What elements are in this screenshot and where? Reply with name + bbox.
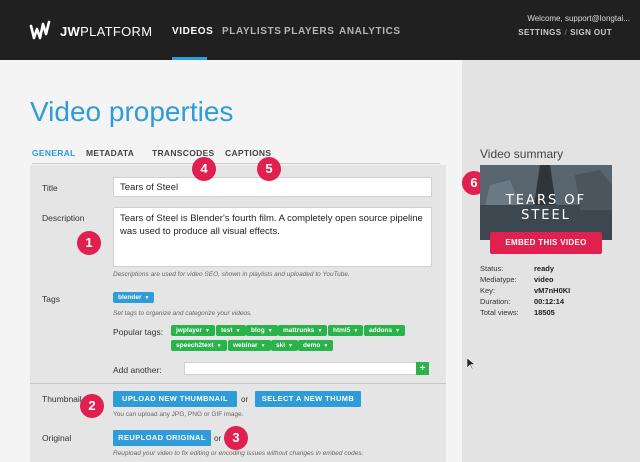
- popular-tag-chip[interactable]: webinar ▼: [228, 340, 271, 351]
- chevron-down-icon: ▼: [216, 343, 222, 349]
- mouse-cursor-icon: [467, 358, 475, 370]
- sign-out-link[interactable]: SIGN OUT: [570, 28, 612, 37]
- popular-tag-chip[interactable]: demo ▼: [298, 340, 334, 351]
- form-section-divider: [30, 383, 446, 384]
- step-badge-3: 3: [224, 426, 248, 450]
- top-navigation-bar: JWPLATFORM VIDEOS PLAYLISTS PLAYERS ANAL…: [0, 0, 640, 60]
- chevron-down-icon: ▼: [260, 343, 266, 349]
- chevron-down-icon: ▼: [353, 328, 359, 334]
- popular-tag-label: webinar: [233, 342, 258, 349]
- chevron-down-icon: ▼: [317, 328, 323, 334]
- chevron-down-icon: ▼: [144, 295, 150, 301]
- summary-key: Status:: [480, 264, 504, 273]
- upload-thumbnail-button[interactable]: UPLOAD NEW THUMBNAIL: [113, 391, 237, 407]
- nav-videos[interactable]: VIDEOS: [172, 26, 213, 37]
- add-tag-button[interactable]: +: [416, 362, 429, 375]
- step-badge-1: 1: [77, 231, 101, 255]
- popular-tag-label: demo: [303, 342, 321, 349]
- step-badge-4: 4: [192, 157, 216, 181]
- thumbnail-label: Thumbnail: [42, 394, 82, 404]
- current-tag-label: blender: [118, 294, 142, 301]
- popular-tag-chip[interactable]: html5 ▼: [328, 325, 364, 336]
- popular-tag-chip[interactable]: speech2text ▼: [171, 340, 227, 351]
- thumbnail-title-text: TEARS OF STEEL: [505, 193, 587, 223]
- tab-general[interactable]: GENERAL: [32, 148, 76, 158]
- popular-tags-label: Popular tags:: [113, 327, 164, 337]
- nav-analytics[interactable]: ANALYTICS: [339, 26, 401, 37]
- embed-video-button[interactable]: EMBED THIS VIDEO: [490, 232, 602, 254]
- or-text: or: [241, 395, 249, 404]
- summary-key: Duration:: [480, 297, 511, 306]
- tags-hint: Set tags to organize and categorize your…: [113, 310, 253, 317]
- chevron-down-icon: ▼: [205, 328, 210, 334]
- tags-label: Tags: [42, 294, 60, 304]
- account-links: SETTINGS / SIGN OUT: [518, 28, 612, 37]
- summary-key: Mediatype:: [480, 275, 517, 284]
- popular-tag-label: addons: [369, 327, 393, 334]
- popular-tag-chip[interactable]: jwplayer ▼: [171, 325, 215, 336]
- original-label: Original: [42, 433, 72, 443]
- popular-tag-chip[interactable]: ski ▼: [271, 340, 298, 351]
- step-badge-2: 2: [80, 394, 104, 418]
- jwplatform-logo[interactable]: JWPLATFORM: [28, 18, 152, 44]
- brand-name: JWPLATFORM: [60, 23, 153, 39]
- tab-metadata[interactable]: METADATA: [86, 148, 134, 158]
- step-badge-5: 5: [257, 157, 281, 181]
- tab-captions[interactable]: CAPTIONS: [225, 148, 271, 158]
- summary-sidebar: [462, 60, 640, 462]
- welcome-text: Welcome, support@longtai...: [527, 14, 630, 23]
- popular-tag-label: html5: [333, 327, 351, 334]
- summary-value: ready: [534, 264, 555, 273]
- summary-value: vM7nH0KI: [534, 286, 571, 295]
- chevron-down-icon: ▼: [235, 328, 241, 334]
- thumbnail-hint: You can upload any JPG, PNG or GIF image…: [113, 411, 244, 418]
- settings-link[interactable]: SETTINGS: [518, 28, 561, 37]
- or-text-2: or: [214, 434, 222, 443]
- popular-tag-label: jwplayer: [176, 327, 203, 334]
- description-hint: Descriptions are used for video SEO, sho…: [113, 271, 350, 278]
- account-separator: /: [564, 28, 568, 37]
- popular-tag-label: blog: [251, 327, 265, 334]
- popular-tag-label: test: [221, 327, 233, 334]
- tab-divider: [32, 163, 440, 164]
- select-thumb-button[interactable]: SELECT A NEW THUMB: [255, 391, 361, 407]
- chevron-down-icon: ▼: [288, 343, 293, 349]
- current-tag-chip[interactable]: blender ▼: [113, 292, 155, 303]
- popular-tag-chip[interactable]: mattrunks ▼: [278, 325, 328, 336]
- chevron-down-icon: ▼: [267, 328, 273, 334]
- summary-value: 18505: [534, 308, 555, 317]
- nav-players[interactable]: PLAYERS: [284, 26, 335, 37]
- title-label: Title: [42, 183, 58, 193]
- summary-key: Total views:: [480, 308, 519, 317]
- chevron-down-icon: ▼: [323, 343, 329, 349]
- summary-value: video: [534, 275, 554, 284]
- video-summary-title: Video summary: [480, 147, 564, 161]
- nav-playlists[interactable]: PLAYLISTS: [222, 26, 282, 37]
- summary-value: 00:12:14: [534, 297, 565, 306]
- video-thumbnail: TEARS OF STEEL: [480, 165, 612, 240]
- chevron-down-icon: ▼: [395, 328, 401, 334]
- popular-tag-label: speech2text: [176, 342, 214, 349]
- popular-tag-chip[interactable]: addons ▼: [364, 325, 406, 336]
- summary-key: Key:: [480, 286, 496, 295]
- add-another-label: Add another:: [113, 365, 162, 375]
- original-hint: Reupload your video to fix editing or en…: [113, 450, 364, 457]
- page-title: Video properties: [30, 96, 234, 127]
- popular-tag-chip[interactable]: test ▼: [216, 325, 246, 336]
- jw-logo-icon: [29, 20, 51, 40]
- reupload-original-button[interactable]: REUPLOAD ORIGINAL: [113, 430, 211, 446]
- popular-tag-label: ski: [276, 342, 286, 349]
- add-tag-input[interactable]: [184, 362, 429, 375]
- description-textarea[interactable]: Tears of Steel is Blender's fourth film.…: [113, 207, 432, 267]
- description-label: Description: [42, 213, 85, 223]
- popular-tag-label: mattrunks: [283, 327, 315, 334]
- popular-tag-chip[interactable]: blog ▼: [246, 325, 278, 336]
